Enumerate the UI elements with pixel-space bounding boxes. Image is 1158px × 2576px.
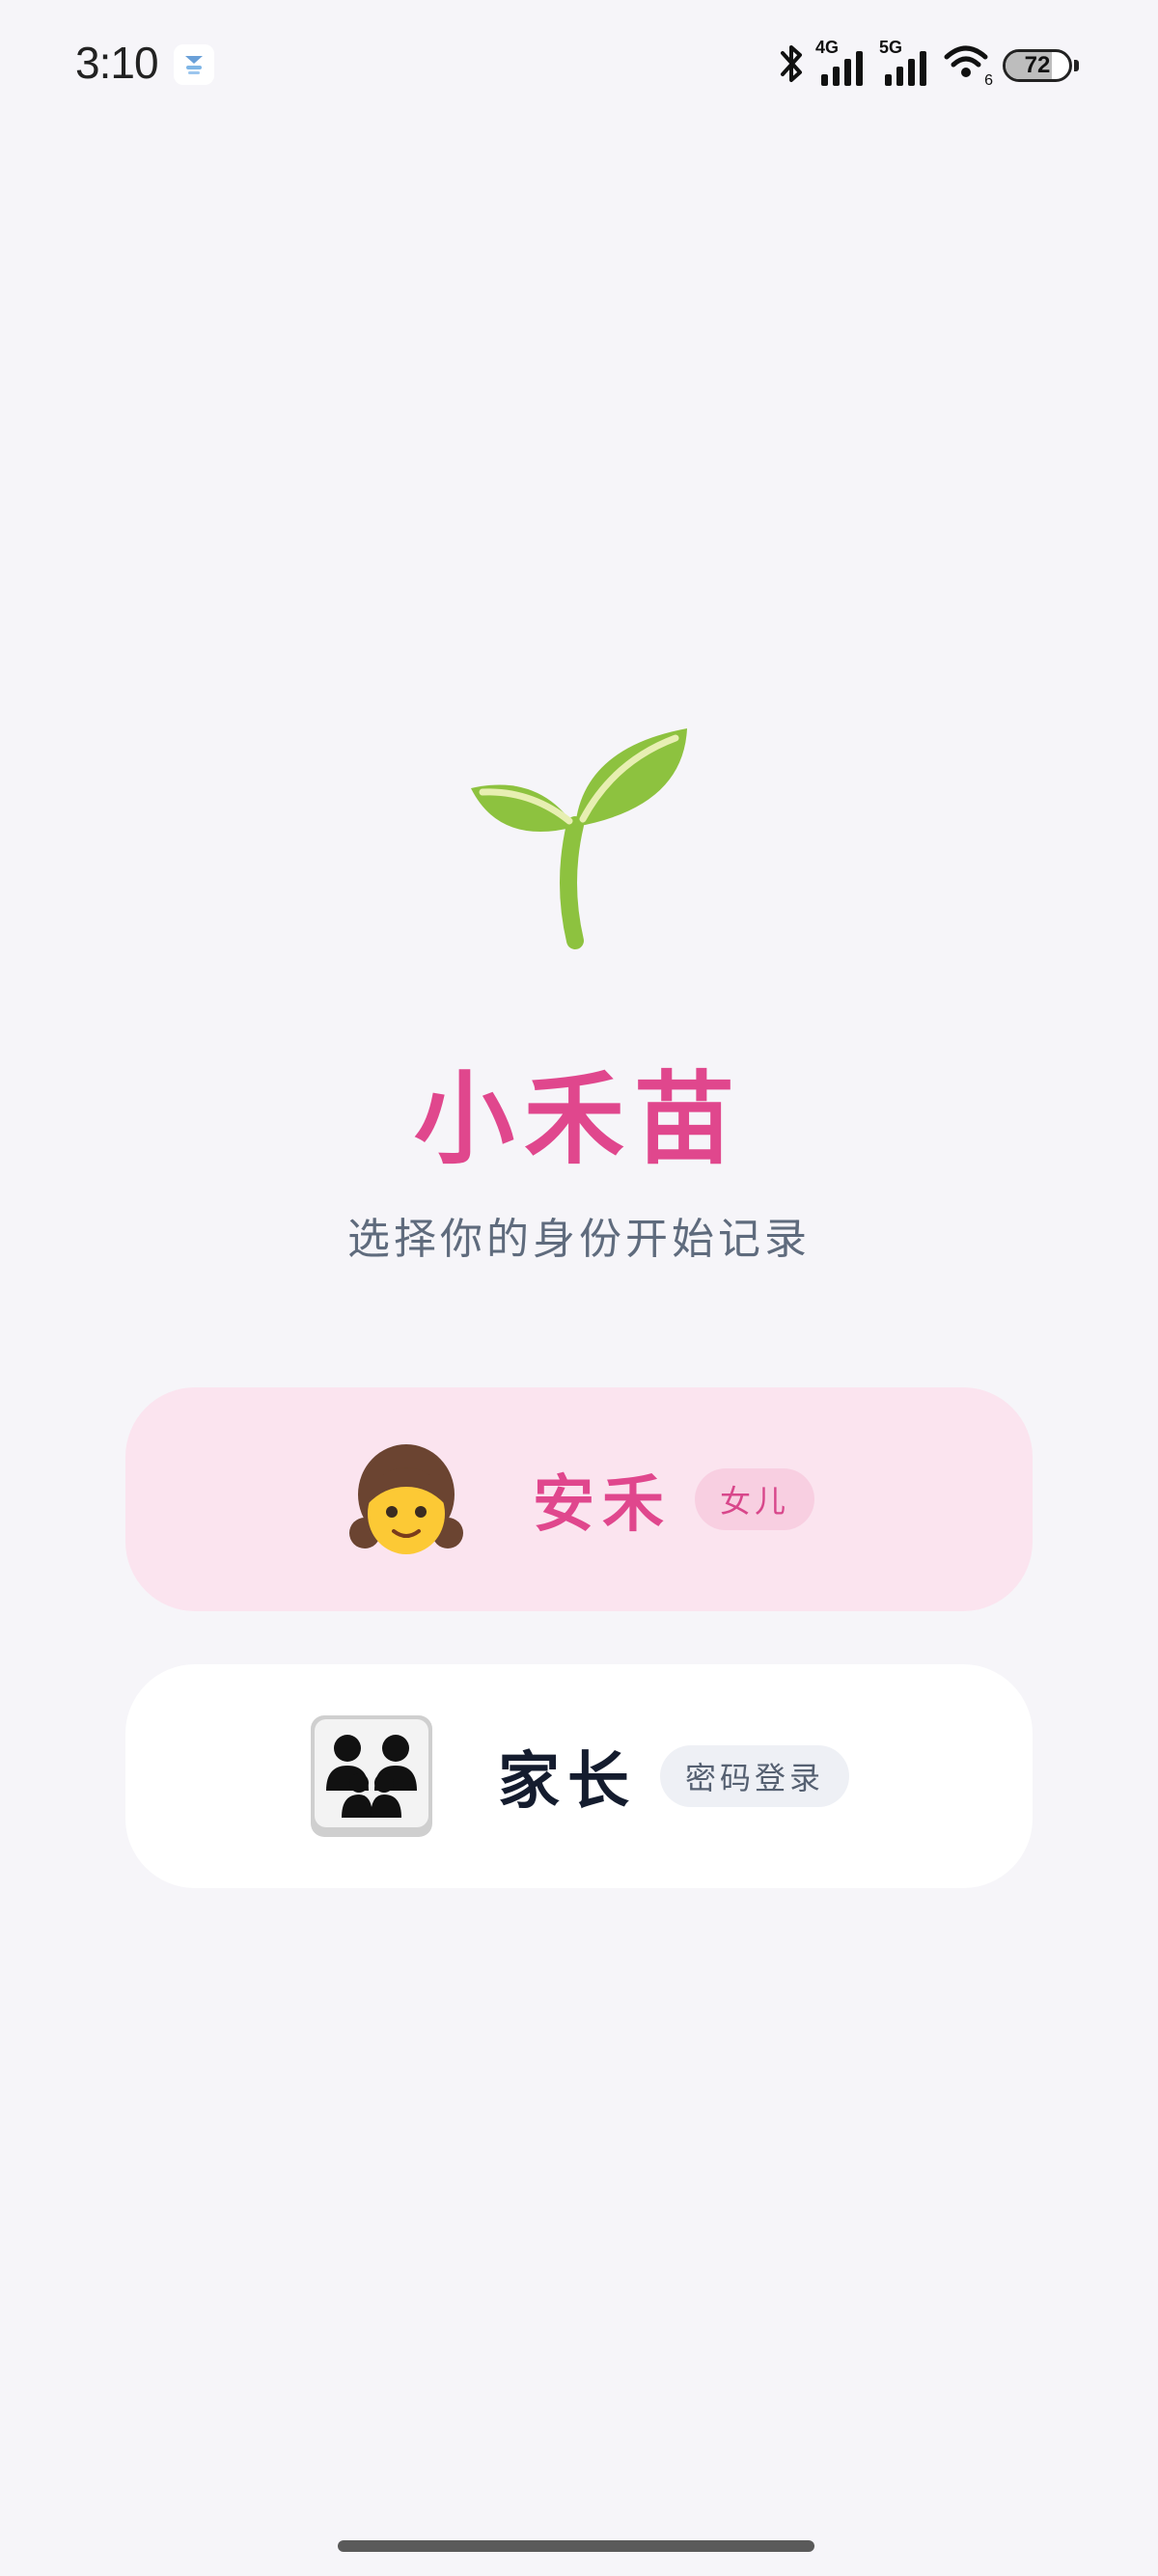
status-bar: 3:10 4G 5G 6 72 [0,0,1158,135]
profile-card-parent[interactable]: 家长 密码登录 [125,1664,1033,1888]
network-label-1: 4G [815,38,840,57]
bluetooth-icon [777,41,806,90]
status-time: 3:10 [75,38,159,88]
sprout-logo-icon [461,719,693,950]
app-notification-icon [174,44,214,85]
page-subtitle: 选择你的身份开始记录 [347,1215,811,1264]
signal-5g-icon: 5G [879,38,933,90]
password-login-tag[interactable]: 密码登录 [659,1745,849,1807]
status-icons: 4G 5G 6 72 [777,38,1079,93]
girl-icon [344,1437,469,1562]
profile-card-child[interactable]: 安禾 女儿 [125,1387,1033,1611]
battery-icon: 72 [1003,49,1079,82]
wifi-sub-label: 6 [984,72,993,89]
home-indicator[interactable] [338,2540,814,2552]
network-label-2: 5G [879,38,903,57]
app-title: 小禾苗 [413,1059,744,1178]
profile-name-parent: 家长 [497,1745,637,1818]
battery-level: 72 [1024,52,1051,78]
profile-tag-child: 女儿 [694,1468,814,1530]
signal-4g-icon: 4G [815,38,869,90]
wifi-icon: 6 [943,41,993,90]
profile-name-child: 安禾 [532,1468,672,1541]
family-icon [309,1713,434,1839]
